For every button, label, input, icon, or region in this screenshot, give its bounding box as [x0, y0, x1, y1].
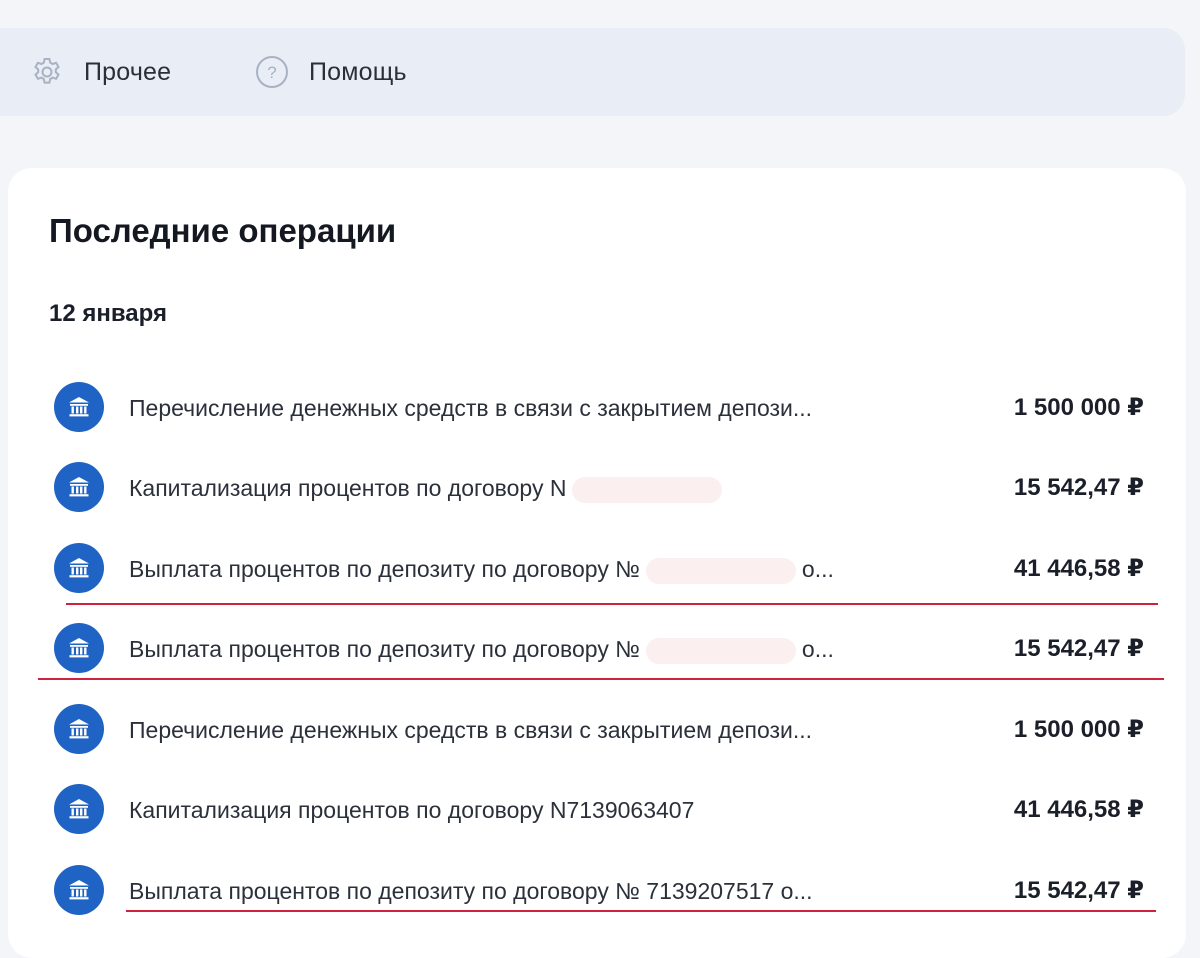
operation-row[interactable]: Капитализация процентов по договору N 15 … [8, 448, 1186, 528]
bank-icon [54, 865, 104, 915]
operation-row[interactable]: Выплата процентов по депозиту по договор… [8, 609, 1186, 689]
annotation-underline [126, 910, 1156, 912]
operation-amount: 41 446,58 ₽ [1013, 555, 1144, 582]
operation-description: Капитализация процентов по договору N713… [129, 770, 694, 850]
bank-icon [54, 382, 104, 432]
operation-description-text: Выплата процентов по депозиту по договор… [129, 878, 813, 904]
bank-icon [54, 543, 104, 593]
nav-help-label: Помощь [309, 57, 407, 86]
section-title: Последние операции [49, 212, 397, 249]
operation-amount: 15 542,47 ₽ [1013, 635, 1144, 662]
operation-amount: 41 446,58 ₽ [1013, 796, 1144, 823]
operation-description-text: Перечисление денежных средств в связи с … [129, 717, 813, 743]
nav-other-label: Прочее [84, 57, 172, 86]
operation-description: Перечисление денежных средств в связи с … [129, 368, 812, 448]
recent-operations-card: Последние операции 12 января Перечислени… [8, 168, 1186, 958]
bank-icon [54, 784, 104, 834]
operation-row[interactable]: Капитализация процентов по договору N713… [8, 770, 1186, 850]
operation-description-text: Капитализация процентов по договору N713… [129, 797, 695, 823]
operation-description: Выплата процентов по депозиту по договор… [129, 851, 813, 931]
annotation-underline [66, 603, 1158, 605]
operation-description-suffix: о... [801, 556, 834, 582]
operation-row[interactable]: Выплата процентов по депозиту по договор… [8, 529, 1186, 609]
help-circle-icon: ? [255, 55, 289, 89]
nav-item-help[interactable]: ? Помощь [255, 28, 407, 116]
operation-description: Перечисление денежных средств в связи с … [129, 690, 812, 770]
bank-icon [54, 462, 104, 512]
operation-description-text: Капитализация процентов по договору N [129, 475, 567, 501]
operation-description-text: Выплата процентов по депозиту по договор… [129, 556, 640, 582]
gear-icon [30, 55, 64, 89]
bank-icon [54, 704, 104, 754]
svg-text:?: ? [267, 63, 276, 82]
operation-description: Выплата процентов по депозиту по договор… [129, 609, 834, 689]
operation-amount: 15 542,47 ₽ [1013, 877, 1144, 904]
bank-icon [54, 623, 104, 673]
date-group-label: 12 января [49, 300, 167, 327]
operation-amount: 1 500 000 ₽ [1013, 716, 1144, 743]
annotation-underline [38, 678, 1164, 680]
operation-description: Выплата процентов по депозиту по договор… [129, 529, 834, 609]
operation-description-text: Перечисление денежных средств в связи с … [129, 395, 813, 421]
top-navigation: Прочее ? Помощь [0, 28, 1185, 116]
redacted-contract-number [572, 476, 723, 503]
operation-description: Капитализация процентов по договору N [129, 448, 728, 528]
operation-row[interactable]: Перечисление денежных средств в связи с … [8, 368, 1186, 448]
redacted-contract-number [645, 557, 796, 584]
operation-row[interactable]: Выплата процентов по депозиту по договор… [8, 851, 1186, 931]
operation-row[interactable]: Перечисление денежных средств в связи с … [8, 690, 1186, 770]
operation-description-text: Выплата процентов по депозиту по договор… [129, 636, 640, 662]
operation-description-suffix: о... [801, 636, 834, 662]
operation-amount: 1 500 000 ₽ [1013, 394, 1144, 421]
operation-amount: 15 542,47 ₽ [1013, 474, 1144, 501]
redacted-contract-number [645, 637, 796, 664]
nav-item-other[interactable]: Прочее [30, 28, 171, 116]
